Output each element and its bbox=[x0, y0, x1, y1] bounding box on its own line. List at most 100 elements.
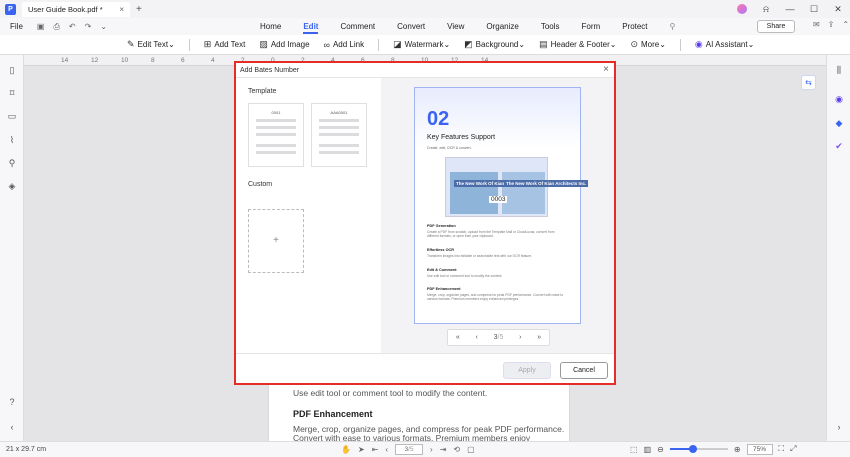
preview-number: 02 bbox=[427, 108, 450, 130]
zoom-slider-knob[interactable] bbox=[689, 445, 698, 453]
rotate-icon[interactable]: ⟲ bbox=[453, 445, 460, 454]
next-page-button[interactable]: › bbox=[519, 334, 521, 341]
properties-icon[interactable]: ⫼ bbox=[833, 65, 845, 76]
tab-organize[interactable]: Organize bbox=[486, 18, 518, 35]
ai-chat-icon[interactable]: ◉ bbox=[833, 94, 845, 105]
add-image-label: Add Image bbox=[270, 40, 310, 49]
fit-width-icon[interactable]: ⬚ bbox=[630, 445, 638, 454]
file-menu[interactable]: File bbox=[10, 22, 23, 31]
preview-image-caption: The New Work Of Kian Architects Inc. bbox=[504, 180, 589, 187]
help-icon[interactable]: ? bbox=[6, 397, 18, 407]
preview-page-total: /5 bbox=[497, 334, 504, 341]
first-page-icon[interactable]: ⇤ bbox=[372, 445, 379, 454]
zoom-slider[interactable] bbox=[669, 445, 728, 453]
prev-page-icon[interactable]: ‹ bbox=[385, 445, 388, 454]
redo-icon[interactable]: ↷ bbox=[85, 22, 92, 32]
edit-text-label: Edit Text bbox=[137, 40, 169, 49]
convert-float-icon[interactable]: ⇆ bbox=[801, 75, 816, 90]
preview-subtitle: Create, edit, OCR & convert. bbox=[427, 146, 472, 150]
select-tool-icon[interactable]: ➤ bbox=[358, 445, 365, 454]
collapse-right-icon[interactable]: › bbox=[833, 422, 845, 432]
preview-page: 02 Key Features Support Create, edit, OC… bbox=[414, 87, 589, 324]
chevron-down-icon: ⌄ bbox=[609, 40, 617, 49]
add-text-button[interactable]: ⊞ Add Text bbox=[204, 39, 246, 50]
cancel-button[interactable]: Cancel bbox=[560, 362, 608, 379]
page-navigation: ✋ ➤ ⇤ ‹ 3/5 › ⇥ ⟲ ▢ bbox=[341, 441, 475, 457]
header-footer-button[interactable]: ▤ Header & Footer ⌄ bbox=[539, 39, 616, 50]
zoom-level-field[interactable]: 75% bbox=[746, 443, 773, 455]
last-page-button[interactable]: » bbox=[537, 334, 541, 341]
tab-edit[interactable]: Edit bbox=[303, 18, 319, 35]
page-fit-icon[interactable]: ▢ bbox=[467, 445, 475, 454]
undo-icon[interactable]: ↶ bbox=[69, 22, 76, 32]
tab-protect[interactable]: Protect bbox=[622, 18, 647, 35]
tab-comment[interactable]: Comment bbox=[340, 18, 375, 35]
apply-button[interactable]: Apply bbox=[503, 362, 551, 379]
preview-image: The New Work Of Kian Architects Inc. The… bbox=[445, 157, 589, 217]
task-icon[interactable]: ✔ bbox=[833, 141, 845, 152]
zoom-out-icon[interactable]: ⊖ bbox=[657, 445, 664, 454]
document-tab[interactable]: User Guide Book.pdf * × bbox=[22, 1, 130, 17]
page-number-field[interactable]: 3/5 bbox=[395, 443, 424, 455]
watermark-button[interactable]: ◪ Watermark ⌄ bbox=[393, 39, 450, 50]
first-page-button[interactable]: « bbox=[456, 334, 460, 341]
page-text-line: Use edit tool or comment tool to modify … bbox=[293, 388, 488, 398]
tab-form[interactable]: Form bbox=[582, 18, 601, 35]
mail-icon[interactable]: ✉ bbox=[813, 20, 820, 29]
dialog-close-icon[interactable]: × bbox=[603, 64, 609, 75]
ruler-tick-label: 6 bbox=[181, 57, 185, 64]
background-button[interactable]: ◩ Background ⌄ bbox=[464, 39, 525, 50]
add-bates-number-dialog: Add Bates Number × Template 0001 AAA0001… bbox=[234, 61, 616, 385]
share-button[interactable]: Share bbox=[757, 20, 795, 33]
attachment-icon[interactable]: ⌇ bbox=[6, 135, 18, 146]
toolbar-divider bbox=[679, 38, 681, 51]
title-bar: P User Guide Book.pdf * × + bbox=[0, 0, 850, 18]
expand-icon[interactable]: ⌃ bbox=[842, 20, 849, 29]
last-page-icon[interactable]: ⇥ bbox=[440, 445, 447, 454]
expand-view-icon[interactable]: ⤢ bbox=[790, 444, 796, 454]
hand-tool-icon[interactable]: ✋ bbox=[341, 445, 351, 454]
thumbnail-icon[interactable]: ▯ bbox=[6, 65, 18, 76]
tab-home[interactable]: Home bbox=[260, 18, 281, 35]
bookmark-icon[interactable]: ⌑ bbox=[6, 88, 18, 99]
translate-icon[interactable]: ◆ bbox=[833, 118, 845, 129]
fullscreen-icon[interactable]: ⛶ bbox=[779, 444, 785, 454]
image-icon: ▨ bbox=[259, 39, 268, 49]
layout-icon[interactable]: ▥ bbox=[644, 445, 652, 454]
layers-icon[interactable]: ◈ bbox=[6, 181, 18, 192]
tab-tools[interactable]: Tools bbox=[541, 18, 560, 35]
ai-assistant-button[interactable]: ◉ AI Assistant ⌄ bbox=[695, 39, 754, 50]
template-card[interactable]: AAA0001 bbox=[311, 103, 367, 167]
maximize-button[interactable]: ☐ bbox=[802, 4, 826, 15]
tab-convert[interactable]: Convert bbox=[397, 18, 425, 35]
search-icon[interactable]: ⚲ bbox=[670, 18, 676, 35]
tab-close-icon[interactable]: × bbox=[119, 5, 124, 14]
next-page-icon[interactable]: › bbox=[430, 445, 433, 454]
ruler-tick-label: 10 bbox=[121, 57, 129, 64]
add-custom-template-button[interactable]: + bbox=[248, 209, 304, 273]
add-image-button[interactable]: ▨ Add Image bbox=[259, 39, 309, 50]
prev-page-button[interactable]: ‹ bbox=[476, 334, 478, 341]
comment-icon[interactable]: ▭ bbox=[6, 111, 18, 122]
add-link-button[interactable]: ∞ Add Link bbox=[324, 40, 365, 50]
dropdown-icon[interactable]: ⌄ bbox=[100, 22, 107, 32]
new-tab-icon[interactable]: + bbox=[136, 4, 142, 15]
minimize-button[interactable]: — bbox=[778, 4, 802, 14]
more-button[interactable]: ⊙ More ⌄ bbox=[630, 39, 665, 50]
print-icon[interactable]: ⎙ bbox=[53, 22, 59, 32]
tab-view[interactable]: View bbox=[447, 18, 464, 35]
close-button[interactable]: ✕ bbox=[826, 4, 850, 15]
template-card[interactable]: 0001 bbox=[248, 103, 304, 167]
collapse-icon[interactable]: ‹ bbox=[6, 422, 18, 432]
ruler-tick-label: 14 bbox=[61, 57, 69, 64]
avatar[interactable] bbox=[737, 4, 747, 14]
add-link-label: Add Link bbox=[332, 40, 365, 49]
zoom-in-icon[interactable]: ⊕ bbox=[734, 445, 741, 454]
header-footer-label: Header & Footer bbox=[550, 40, 610, 49]
upload-icon[interactable]: ⇪ bbox=[828, 20, 835, 29]
search-icon[interactable]: ⚲ bbox=[6, 158, 18, 169]
edit-text-button[interactable]: ✎ Edit Text ⌄ bbox=[127, 39, 175, 50]
preview-section-body: Use edit tool or comment tool to modify … bbox=[427, 274, 503, 278]
notification-icon[interactable]: ⍾ bbox=[754, 4, 778, 15]
save-icon[interactable]: ▣ bbox=[37, 22, 45, 32]
